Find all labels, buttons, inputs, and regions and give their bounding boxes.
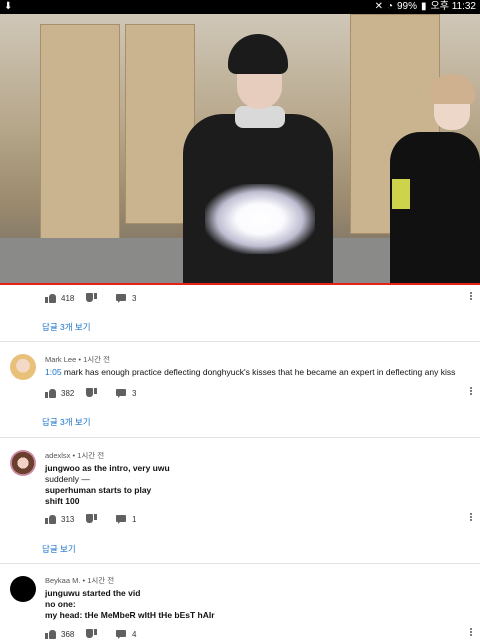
like-button[interactable]: 313	[45, 514, 74, 524]
thumb-up-icon	[45, 629, 56, 639]
wall-panel	[40, 24, 120, 244]
thumb-down-icon	[86, 293, 97, 303]
comment-actions: 313 1	[0, 511, 480, 531]
like-count: 418	[61, 293, 75, 303]
comment-actions: 382 3	[0, 385, 480, 405]
reply-button[interactable]: 3	[116, 388, 136, 398]
author-name[interactable]: Mark Lee	[45, 355, 76, 364]
video-person-side	[390, 74, 480, 284]
author-name[interactable]: Beykaa M.	[45, 576, 80, 585]
avatar[interactable]	[10, 576, 36, 602]
view-replies-link[interactable]: 답글 보기	[42, 543, 76, 555]
comment-item: Mark Lee • 1시간 전 1:05 mark has enough pr…	[0, 342, 480, 437]
more-options-icon[interactable]	[470, 386, 472, 396]
reply-icon	[116, 293, 127, 303]
comment-line: my head: tHe MeMbeR wItH tHe bEsT hAIr	[45, 610, 215, 620]
thumb-down-icon	[86, 514, 97, 524]
light-orb	[205, 184, 315, 254]
comment-body: mark has enough practice deflecting dong…	[63, 367, 456, 377]
dislike-button[interactable]	[86, 629, 97, 639]
reply-count: 3	[132, 388, 137, 398]
view-replies-link[interactable]: 답글 3개 보기	[42, 321, 91, 333]
comment-line: shift 100	[45, 496, 80, 506]
battery-level: 99%	[397, 1, 418, 12]
thumb-down-icon	[86, 388, 97, 398]
timestamp-link[interactable]: 1:05	[45, 367, 62, 377]
comment-meta: Mark Lee • 1시간 전	[45, 355, 111, 364]
mute-icon: ✕	[374, 1, 383, 12]
wifi-icon: ◔	[386, 1, 393, 12]
reply-count: 3	[132, 293, 137, 303]
comment-text: 1:05 mark has enough practice deflecting…	[45, 366, 470, 378]
like-count: 368	[61, 629, 75, 639]
reply-count: 1	[132, 514, 137, 524]
download-icon: ⬇	[4, 1, 13, 12]
reply-button[interactable]: 1	[116, 514, 136, 524]
comment-item: Beykaa M. • 1시간 전 junguwu started the vi…	[0, 564, 480, 640]
dislike-button[interactable]	[86, 388, 97, 398]
status-bar: ⬇ ✕ ◔ 99% ▮ 오후 11:32	[0, 0, 480, 14]
comment-time: 1시간 전	[87, 576, 115, 585]
video-progress-bar[interactable]	[0, 283, 480, 285]
avatar[interactable]	[10, 450, 36, 476]
video-player[interactable]	[0, 14, 480, 284]
more-options-icon[interactable]	[470, 512, 472, 522]
like-button[interactable]: 418	[45, 293, 74, 303]
thumb-up-icon	[45, 293, 56, 303]
dislike-button[interactable]	[86, 514, 97, 524]
clock: 오후 11:32	[430, 1, 476, 12]
battery-icon: ▮	[421, 1, 427, 12]
comment-meta: adexlsx • 1시간 전	[45, 451, 105, 460]
comment-meta: Beykaa M. • 1시간 전	[45, 576, 115, 585]
like-button[interactable]: 382	[45, 388, 74, 398]
avatar[interactable]	[10, 354, 36, 380]
like-count: 382	[61, 388, 75, 398]
reply-count: 4	[132, 629, 137, 639]
more-options-icon[interactable]	[470, 627, 472, 637]
reply-icon	[116, 629, 127, 639]
like-button[interactable]: 368	[45, 629, 74, 639]
more-options-icon[interactable]	[470, 291, 472, 301]
comment-time: 1시간 전	[83, 355, 111, 364]
view-replies-link[interactable]: 답글 3개 보기	[42, 416, 91, 428]
thumb-down-icon	[86, 629, 97, 639]
reply-button[interactable]: 4	[116, 629, 136, 639]
author-name[interactable]: adexlsx	[45, 451, 70, 460]
thumb-up-icon	[45, 388, 56, 398]
thumb-up-icon	[45, 514, 56, 524]
reply-icon	[116, 514, 127, 524]
comment-actions: 368 4	[0, 626, 480, 640]
comment-time: 1시간 전	[77, 451, 105, 460]
reply-button[interactable]: 3	[116, 293, 136, 303]
comment-actions: 418 3	[0, 290, 480, 310]
reply-icon	[116, 388, 127, 398]
comment-item: adexlsx • 1시간 전 jungwoo as the intro, ve…	[0, 438, 480, 563]
like-count: 313	[61, 514, 75, 524]
dislike-button[interactable]	[86, 293, 97, 303]
